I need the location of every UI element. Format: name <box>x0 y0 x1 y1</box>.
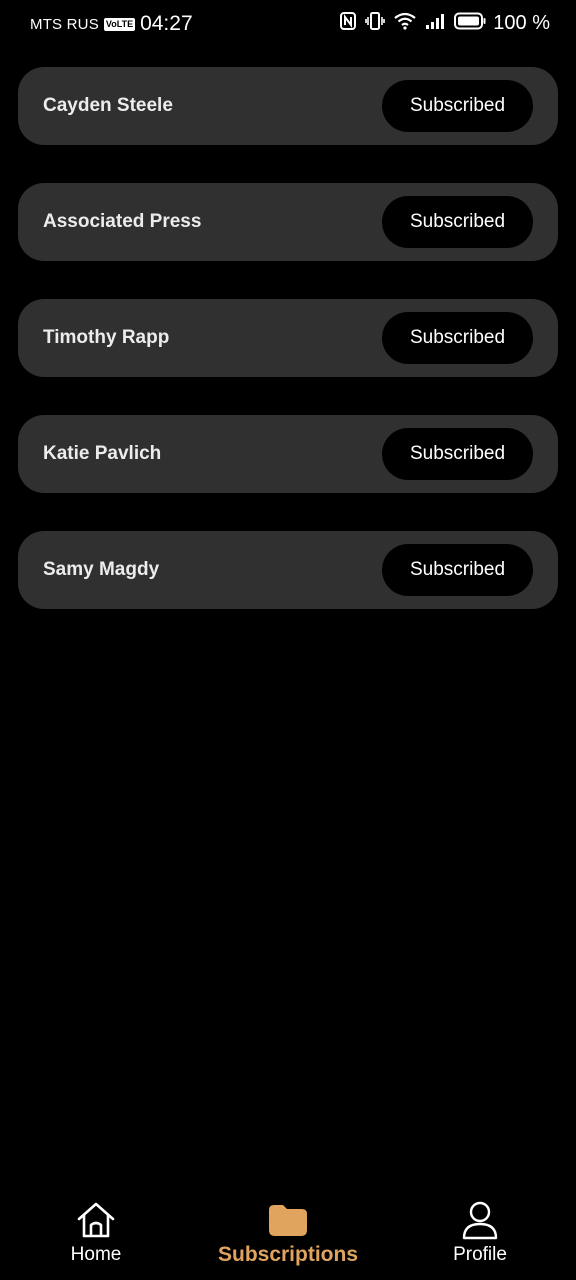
nav-item-profile[interactable]: Profile <box>384 1190 576 1280</box>
bottom-nav: Home Subscriptions Profile <box>0 1190 576 1280</box>
volte-badge: VoLTE <box>103 17 136 31</box>
subscription-card: Timothy Rapp Subscribed <box>18 299 558 377</box>
profile-icon <box>460 1200 500 1240</box>
subscribed-button[interactable]: Subscribed <box>382 196 533 248</box>
subscribed-button[interactable]: Subscribed <box>382 428 533 480</box>
status-left: MTS RUS VoLTE 04:27 <box>30 12 193 36</box>
subscription-list: Cayden Steele Subscribed Associated Pres… <box>18 67 558 647</box>
folder-icon <box>268 1200 308 1240</box>
nav-label-home: Home <box>70 1244 122 1265</box>
home-icon <box>76 1200 116 1240</box>
battery-percent: 100 % <box>493 12 550 34</box>
subscription-card: Associated Press Subscribed <box>18 183 558 261</box>
nav-item-home[interactable]: Home <box>0 1190 192 1280</box>
status-right: 100 % <box>331 12 550 35</box>
nav-label-subscriptions: Subscriptions <box>217 1243 359 1266</box>
clock: 04:27 <box>140 12 193 35</box>
subscription-card: Cayden Steele Subscribed <box>18 67 558 145</box>
status-bar: MTS RUS VoLTE 04:27 100 % <box>0 0 576 48</box>
wifi-icon <box>394 12 416 35</box>
subscription-name: Katie Pavlich <box>43 443 162 464</box>
nav-label-profile: Profile <box>453 1244 507 1265</box>
subscription-name: Cayden Steele <box>43 95 173 116</box>
subscription-card: Samy Magdy Subscribed <box>18 531 558 609</box>
subscribed-button[interactable]: Subscribed <box>382 312 533 364</box>
subscription-card: Katie Pavlich Subscribed <box>18 415 558 493</box>
subscribed-button[interactable]: Subscribed <box>382 80 533 132</box>
battery-icon <box>454 12 486 35</box>
nfc-icon <box>340 12 357 35</box>
nav-item-subscriptions[interactable]: Subscriptions <box>192 1190 384 1280</box>
subscription-name: Timothy Rapp <box>43 327 170 348</box>
carrier-name: MTS RUS <box>30 15 99 33</box>
signal-icon <box>425 12 445 35</box>
vibrate-icon <box>365 12 386 35</box>
subscription-name: Samy Magdy <box>43 559 160 580</box>
subscribed-button[interactable]: Subscribed <box>382 544 533 596</box>
subscription-name: Associated Press <box>43 211 202 232</box>
